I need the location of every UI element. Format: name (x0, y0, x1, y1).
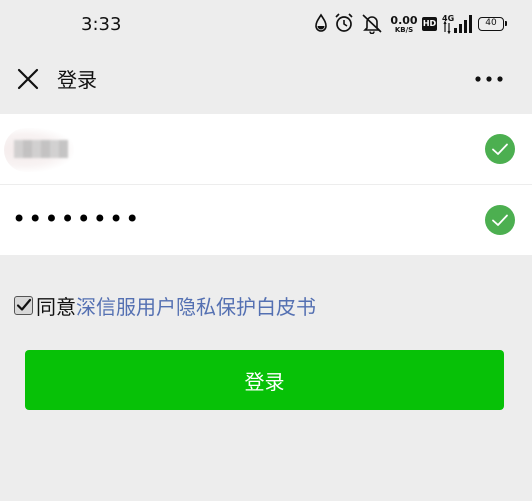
hd-icon: HD (422, 17, 437, 31)
nav-bar: 登录 (0, 52, 532, 104)
password-value: •••••••• (12, 205, 142, 233)
status-bar: 3:33 0.00 KB/S HD 4G 40 (0, 0, 532, 52)
checkmark-icon (16, 298, 32, 311)
check-circle-icon (485, 134, 515, 164)
password-field[interactable]: •••••••• (0, 185, 532, 255)
mute-bell-icon (362, 14, 382, 34)
status-time: 3:33 (81, 14, 122, 35)
username-field[interactable] (0, 114, 532, 184)
net-speed: 0.00 KB/S (389, 15, 419, 34)
close-icon[interactable] (14, 65, 42, 93)
more-icon[interactable] (474, 74, 504, 84)
net-speed-unit: KB/S (394, 26, 414, 34)
privacy-whitepaper-link[interactable]: 深信服用户隐私保护白皮书 (76, 291, 316, 320)
login-button[interactable]: 登录 (25, 350, 504, 410)
check-circle-icon (485, 205, 515, 235)
signal-icon: 4G (442, 14, 472, 34)
username-value-redacted (14, 140, 68, 158)
net-speed-value: 0.00 (390, 14, 418, 27)
water-drop-icon (315, 13, 327, 32)
login-button-label: 登录 (244, 369, 285, 394)
page-title: 登录 (57, 68, 97, 92)
agreement-checkbox[interactable] (14, 295, 33, 315)
agreement-row: 同意 深信服用户隐私保护白皮书 (14, 290, 316, 320)
network-type-label: 4G (442, 14, 454, 23)
battery-icon: 40 (478, 17, 507, 31)
agreement-prefix: 同意 (36, 294, 76, 319)
alarm-icon (335, 13, 353, 32)
status-icons: 0.00 KB/S HD 4G 40 (272, 12, 532, 38)
